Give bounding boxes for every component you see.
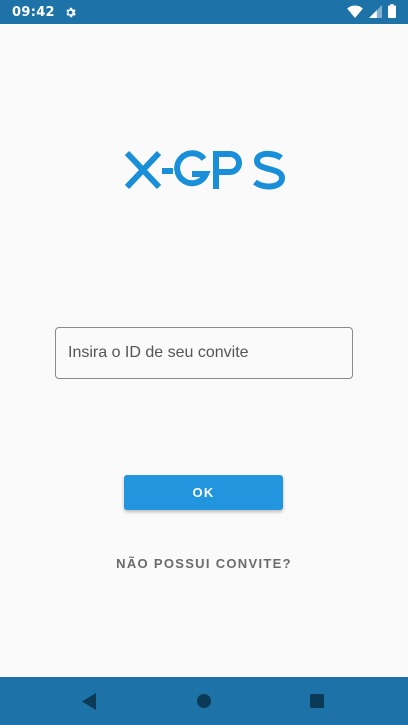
- wifi-icon: [347, 3, 363, 22]
- recents-icon[interactable]: [293, 677, 341, 725]
- settings-icon: [64, 6, 77, 19]
- invite-id-input[interactable]: [55, 327, 353, 379]
- back-icon[interactable]: [66, 677, 114, 725]
- x-gps-logo: [124, 150, 286, 190]
- status-bar: 09:42: [0, 0, 408, 24]
- status-icons: [347, 3, 396, 22]
- no-invite-link[interactable]: NÃO POSSUI CONVITE?: [0, 556, 408, 571]
- signal-icon: [369, 3, 382, 22]
- status-time: 09:42: [12, 4, 55, 20]
- navigation-bar: [0, 677, 408, 725]
- ok-button[interactable]: OK: [124, 475, 283, 510]
- battery-icon: [388, 3, 396, 22]
- home-icon[interactable]: [180, 677, 228, 725]
